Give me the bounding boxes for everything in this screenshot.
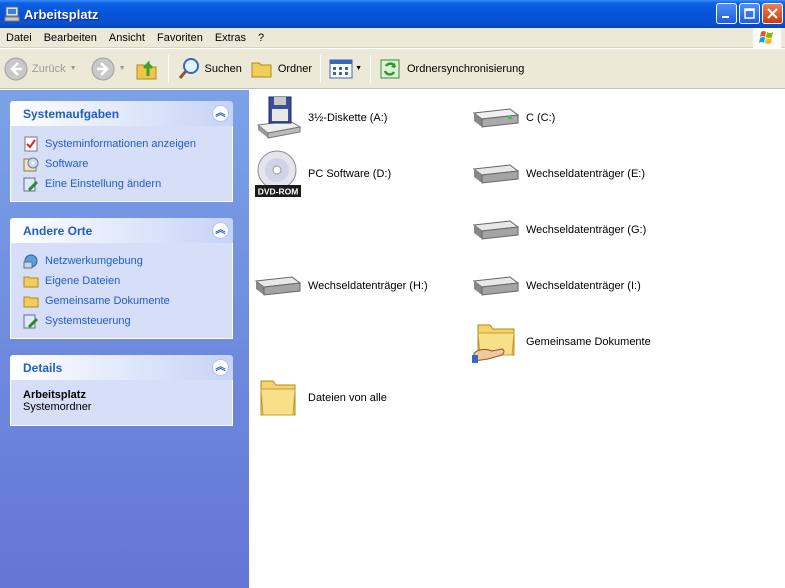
checklist-icon	[23, 136, 39, 152]
menu-extras[interactable]: Extras	[209, 28, 252, 48]
shared-folder-icon	[472, 318, 520, 366]
drive-removable-e[interactable]: Wechseldatenträger (E:)	[472, 150, 645, 198]
floppy-drive-icon	[254, 94, 302, 142]
removable-drive-icon	[472, 150, 520, 198]
details-panel: Details ︽ Arbeitsplatz Systemordner	[10, 355, 233, 426]
drive-dvd-d[interactable]: DVD-ROM PC Software (D:)	[254, 150, 391, 198]
dvd-badge: DVD-ROM	[258, 187, 299, 197]
sync-label: Ordnersynchronisierung	[407, 62, 525, 75]
details-name: Arbeitsplatz	[23, 389, 86, 401]
menu-favoriten[interactable]: Favoriten	[151, 28, 209, 48]
system-tasks-body: Systeminformationen anzeigen Software Ei…	[10, 126, 233, 202]
close-icon	[767, 8, 778, 19]
computer-icon[interactable]	[4, 6, 20, 22]
forward-button[interactable]: ▼	[87, 52, 130, 86]
sync-button[interactable]: Ordnersynchronisierung	[375, 52, 528, 86]
system-tasks-header[interactable]: Systemaufgaben ︽	[10, 101, 233, 126]
drive-removable-g[interactable]: Wechseldatenträger (G:)	[472, 206, 646, 254]
drive-floppy-a[interactable]: 3½-Diskette (A:)	[254, 94, 387, 142]
toolbar: Zurück ▼ ▼ Suchen Ordner ▼ Ordnersynchro…	[0, 49, 785, 89]
forward-arrow-icon	[91, 57, 115, 80]
folders-button[interactable]: Ordner	[246, 52, 316, 86]
search-button[interactable]: Suchen	[173, 52, 246, 86]
collapse-chevron-icon[interactable]: ︽	[212, 359, 229, 376]
windows-logo-icon	[753, 28, 781, 48]
other-places-body: Netzwerkumgebung Eigene Dateien Gemeinsa…	[10, 243, 233, 339]
collapse-chevron-icon[interactable]: ︽	[212, 105, 229, 122]
folder-tree-icon	[251, 62, 272, 77]
system-tasks-title: Systemaufgaben	[23, 106, 120, 121]
drive-c[interactable]: C (C:)	[472, 94, 555, 142]
removable-drive-icon	[472, 262, 520, 310]
views-dropdown-icon[interactable]: ▼	[355, 65, 362, 72]
link-software[interactable]: Software	[23, 154, 224, 174]
toolbar-separator	[167, 54, 169, 83]
views-icon	[329, 59, 353, 78]
window-title: Arbeitsplatz	[24, 6, 99, 22]
folder-up-icon	[136, 59, 156, 79]
dvd-drive-icon: DVD-ROM	[254, 150, 302, 198]
back-button[interactable]: Zurück ▼	[0, 52, 81, 86]
menu-ansicht[interactable]: Ansicht	[103, 28, 151, 48]
title-bar: Arbeitsplatz	[0, 0, 785, 28]
folders-label: Ordner	[277, 62, 313, 75]
minimize-icon	[722, 16, 729, 18]
drive-removable-h[interactable]: Wechseldatenträger (H:)	[254, 262, 428, 310]
folder-icon	[23, 273, 39, 289]
forward-dropdown-icon[interactable]: ▼	[119, 65, 126, 72]
menu-bearbeiten[interactable]: Bearbeiten	[38, 28, 103, 48]
removable-drive-icon	[472, 206, 520, 254]
menu-help[interactable]: ?	[252, 28, 270, 48]
link-change-setting[interactable]: Eine Einstellung ändern	[23, 174, 224, 194]
maximize-icon	[744, 8, 755, 19]
link-network[interactable]: Netzwerkumgebung	[23, 251, 224, 271]
close-button[interactable]	[762, 3, 783, 24]
drive-removable-i[interactable]: Wechseldatenträger (I:)	[472, 262, 641, 310]
software-cd-icon	[23, 156, 39, 172]
folder-shared-documents[interactable]: Gemeinsame Dokumente	[472, 318, 651, 366]
control-panel-icon	[23, 313, 39, 329]
link-system-info[interactable]: Systeminformationen anzeigen	[23, 134, 224, 154]
search-label: Suchen	[204, 62, 242, 75]
folder-icon	[23, 293, 39, 309]
magnifier-icon	[178, 57, 199, 79]
folder-all-files[interactable]: Dateien von alle	[254, 374, 387, 422]
control-panel-icon	[23, 176, 39, 192]
toolbar-separator	[320, 54, 322, 83]
details-header[interactable]: Details ︽	[10, 355, 233, 380]
views-button[interactable]: ▼	[325, 52, 366, 86]
details-title: Details	[23, 360, 63, 375]
file-list-pane: 3½-Diskette (A:) C (C:) DVD-ROM PC Softw…	[249, 90, 785, 588]
link-my-documents[interactable]: Eigene Dateien	[23, 271, 224, 291]
collapse-chevron-icon[interactable]: ︽	[212, 222, 229, 239]
details-body: Arbeitsplatz Systemordner	[10, 380, 233, 426]
other-places-header[interactable]: Andere Orte ︽	[10, 218, 233, 243]
up-button[interactable]	[130, 52, 164, 86]
back-arrow-icon	[4, 57, 28, 80]
back-dropdown-icon[interactable]: ▼	[70, 65, 77, 72]
details-type: Systemordner	[23, 401, 92, 413]
menu-datei[interactable]: Datei	[0, 28, 38, 48]
folder-icon	[254, 374, 302, 422]
minimize-button[interactable]	[716, 3, 737, 24]
toolbar-separator	[370, 54, 371, 83]
link-shared-documents[interactable]: Gemeinsame Dokumente	[23, 291, 224, 311]
task-pane: Systemaufgaben ︽ Systeminformationen anz…	[0, 90, 249, 588]
other-places-panel: Andere Orte ︽ Netzwerkumgebung Eigene Da…	[10, 218, 233, 339]
link-control-panel[interactable]: Systemsteuerung	[23, 311, 224, 331]
sync-icon	[380, 59, 400, 78]
other-places-title: Andere Orte	[23, 223, 93, 238]
system-tasks-panel: Systemaufgaben ︽ Systeminformationen anz…	[10, 101, 233, 202]
back-label: Zurück	[32, 62, 66, 75]
menu-bar: Datei Bearbeiten Ansicht Favoriten Extra…	[0, 28, 785, 48]
hard-drive-icon	[472, 94, 520, 142]
removable-drive-icon	[254, 262, 302, 310]
network-globe-icon	[23, 253, 39, 269]
maximize-button[interactable]	[739, 3, 760, 24]
